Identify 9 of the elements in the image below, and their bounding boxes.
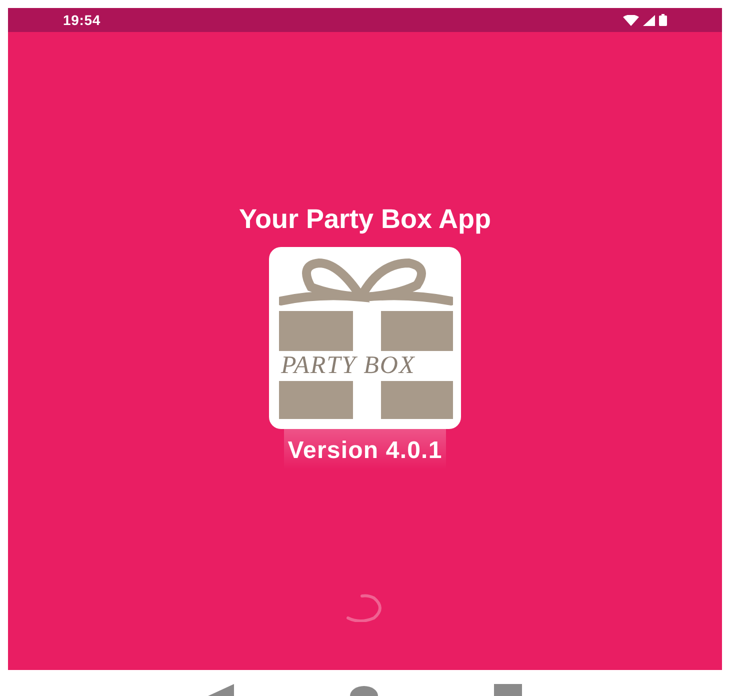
back-icon[interactable]	[208, 684, 234, 696]
clock-time: 19:54	[63, 10, 101, 30]
app-title: Your Party Box App	[238, 203, 492, 235]
signal-icon	[643, 14, 655, 26]
wifi-icon	[623, 14, 639, 26]
battery-icon	[659, 14, 667, 26]
version-text: Version 4.0.1	[284, 427, 446, 469]
home-icon[interactable]	[350, 684, 378, 696]
logo-text: PARTY BOX	[281, 353, 416, 379]
